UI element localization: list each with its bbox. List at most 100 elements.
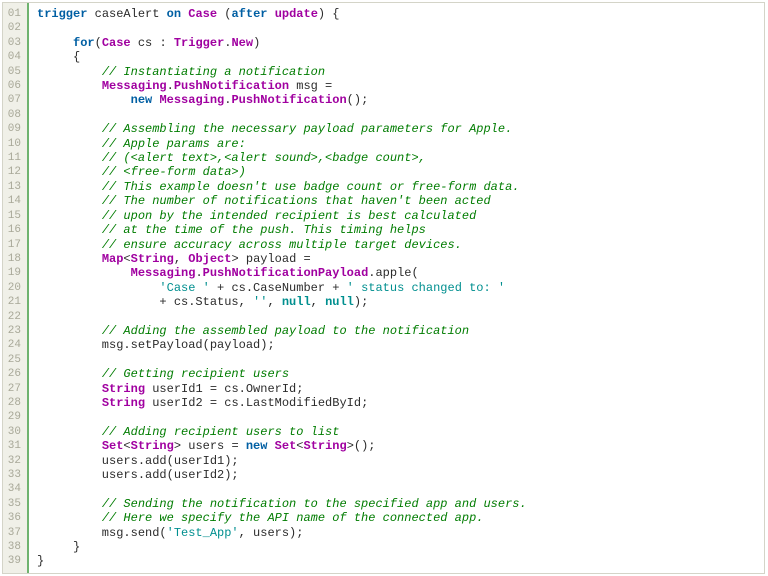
line-number: 37 xyxy=(7,526,21,540)
code-line xyxy=(37,108,764,122)
code-line: // The number of notifications that have… xyxy=(37,194,764,208)
token-plain xyxy=(37,396,102,410)
token-plain: (); xyxy=(347,93,369,107)
token-cm: // Here we specify the API name of the c… xyxy=(102,511,484,525)
token-st: ' status changed to: ' xyxy=(347,281,505,295)
code-line: // at the time of the push. This timing … xyxy=(37,223,764,237)
token-plain: ( xyxy=(217,7,231,21)
token-cm: // (<alert text>,<alert sound>,<badge co… xyxy=(102,151,426,165)
token-kw: new xyxy=(131,93,153,107)
token-plain: msg = xyxy=(289,79,332,93)
token-plain xyxy=(37,238,102,252)
token-plain: , users); xyxy=(239,526,304,540)
token-ty: String xyxy=(102,382,145,396)
code-line: // Instantiating a notification xyxy=(37,65,764,79)
line-number: 34 xyxy=(7,482,21,496)
line-number: 35 xyxy=(7,497,21,511)
token-plain xyxy=(267,439,274,453)
token-kw: for xyxy=(73,36,95,50)
code-line: // Assembling the necessary payload para… xyxy=(37,122,764,136)
token-plain xyxy=(37,223,102,237)
line-number-gutter: 0102030405060708091011121314151617181920… xyxy=(3,3,29,573)
token-plain xyxy=(37,65,102,79)
token-plain: + cs.Status, xyxy=(37,295,253,309)
token-plain: , xyxy=(311,295,325,309)
code-line: // upon by the intended recipient is bes… xyxy=(37,209,764,223)
token-plain: < xyxy=(123,439,130,453)
token-pn: null xyxy=(325,295,354,309)
token-cm: // Apple params are: xyxy=(102,137,246,151)
token-ty: String xyxy=(131,252,174,266)
token-ty: Object xyxy=(188,252,231,266)
line-number: 03 xyxy=(7,36,21,50)
line-number: 09 xyxy=(7,122,21,136)
code-line: msg.setPayload(payload); xyxy=(37,338,764,352)
token-plain: cs : xyxy=(131,36,174,50)
line-number: 01 xyxy=(7,7,21,21)
token-st: '' xyxy=(253,295,267,309)
token-cm: // Adding the assembled payload to the n… xyxy=(102,324,469,338)
token-plain: .apple( xyxy=(368,266,418,280)
code-line: // Sending the notification to the speci… xyxy=(37,497,764,511)
token-plain xyxy=(37,439,102,453)
line-number: 07 xyxy=(7,93,21,107)
line-number: 24 xyxy=(7,338,21,352)
token-kw: after xyxy=(231,7,267,21)
token-plain xyxy=(37,194,102,208)
token-plain xyxy=(37,497,102,511)
line-number: 29 xyxy=(7,410,21,424)
token-plain: ) xyxy=(253,36,260,50)
code-line xyxy=(37,21,764,35)
code-line: // Apple params are: xyxy=(37,137,764,151)
token-cm: // Assembling the necessary payload para… xyxy=(102,122,512,136)
line-number: 30 xyxy=(7,425,21,439)
token-plain xyxy=(37,511,102,525)
token-plain: userId1 = cs.OwnerId; xyxy=(145,382,303,396)
code-line xyxy=(37,410,764,424)
code-area: trigger caseAlert on Case (after update)… xyxy=(29,3,764,573)
token-plain xyxy=(37,353,44,367)
code-line: // Getting recipient users xyxy=(37,367,764,381)
token-plain: } xyxy=(37,540,80,554)
token-plain xyxy=(37,310,44,324)
token-plain: + cs.CaseNumber + xyxy=(210,281,347,295)
line-number: 13 xyxy=(7,180,21,194)
code-line: Map<String, Object> payload = xyxy=(37,252,764,266)
token-ty: PushNotification xyxy=(231,93,346,107)
line-number: 12 xyxy=(7,165,21,179)
token-plain xyxy=(37,482,44,496)
code-line: } xyxy=(37,540,764,554)
code-line: // ensure accuracy across multiple targe… xyxy=(37,238,764,252)
token-ty: Messaging xyxy=(159,93,224,107)
line-number: 11 xyxy=(7,151,21,165)
token-plain xyxy=(37,122,102,136)
token-plain: , xyxy=(174,252,188,266)
token-plain: { xyxy=(37,50,80,64)
line-number: 19 xyxy=(7,266,21,280)
token-ty: Case xyxy=(102,36,131,50)
token-plain xyxy=(37,93,131,107)
token-plain: >(); xyxy=(347,439,376,453)
token-ty: Set xyxy=(102,439,124,453)
code-line: // Here we specify the API name of the c… xyxy=(37,511,764,525)
token-plain: users.add(userId2); xyxy=(37,468,239,482)
line-number: 33 xyxy=(7,468,21,482)
token-plain xyxy=(37,382,102,396)
token-plain xyxy=(37,281,159,295)
code-line: users.add(userId1); xyxy=(37,454,764,468)
line-number: 02 xyxy=(7,21,21,35)
token-cm: // Getting recipient users xyxy=(102,367,289,381)
code-line: Messaging.PushNotification msg = xyxy=(37,79,764,93)
token-plain xyxy=(37,36,73,50)
code-line: users.add(userId2); xyxy=(37,468,764,482)
token-plain xyxy=(37,266,131,280)
line-number: 04 xyxy=(7,50,21,64)
token-plain xyxy=(37,367,102,381)
token-plain: . xyxy=(167,79,174,93)
token-pn: null xyxy=(282,295,311,309)
code-line: Messaging.PushNotificationPayload.apple( xyxy=(37,266,764,280)
line-number: 20 xyxy=(7,281,21,295)
token-ty: PushNotification xyxy=(174,79,289,93)
token-plain xyxy=(37,21,44,35)
token-plain: > payload = xyxy=(231,252,310,266)
